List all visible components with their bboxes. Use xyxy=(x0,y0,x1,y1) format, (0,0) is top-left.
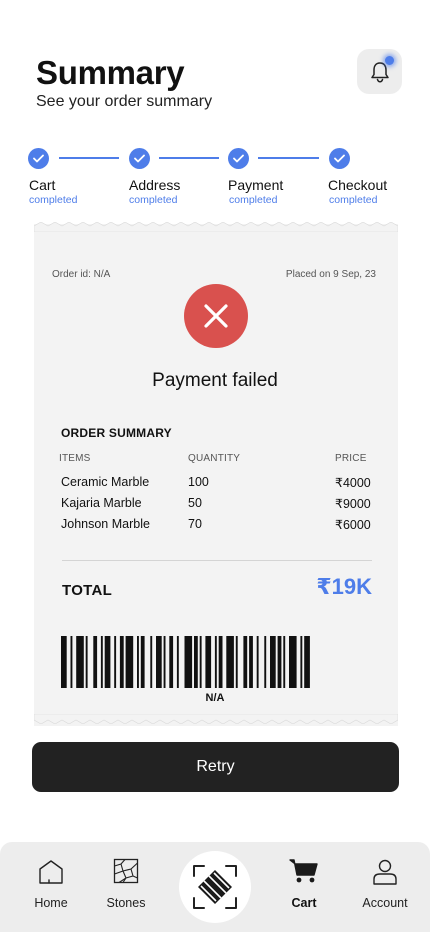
items-column-header: ITEMS xyxy=(59,453,91,464)
check-icon xyxy=(28,148,49,169)
receipt-bottom-edge xyxy=(34,714,398,724)
barcode-bar xyxy=(93,636,98,688)
barcode-bar xyxy=(194,636,198,688)
barcode-bar xyxy=(104,636,111,688)
receipt-top-edge xyxy=(34,222,398,232)
step-connector xyxy=(59,157,119,159)
step-connector xyxy=(258,157,319,159)
item-price: ₹6000 xyxy=(335,518,371,532)
notification-dot xyxy=(385,56,394,65)
barcode-bar xyxy=(184,636,193,688)
total-value: ₹19K xyxy=(316,574,372,599)
barcode-bar xyxy=(243,636,248,688)
cart-icon xyxy=(289,859,318,883)
divider xyxy=(62,560,372,561)
check-icon xyxy=(329,148,350,169)
step-status: completed xyxy=(229,194,278,206)
payment-failed-badge xyxy=(184,284,248,348)
order-summary-heading: ORDER SUMMARY xyxy=(61,426,172,440)
barcode-bar xyxy=(70,636,73,688)
step-label: Checkout xyxy=(328,177,388,193)
item-price: ₹4000 xyxy=(335,476,371,490)
stones-icon xyxy=(113,858,139,884)
barcode-bar xyxy=(137,636,139,688)
page-subtitle: See your order summary xyxy=(36,93,213,110)
nav-item-home[interactable]: Home xyxy=(11,842,91,932)
item-name: Kajaria Marble xyxy=(61,496,142,510)
barcode-bar xyxy=(270,636,276,688)
item-name: Ceramic Marble xyxy=(61,475,150,489)
item-name: Johnson Marble xyxy=(61,517,150,531)
barcode-bar xyxy=(256,636,259,688)
nav-label: Account xyxy=(362,896,408,910)
page-title: Summary xyxy=(36,54,185,91)
step-status: completed xyxy=(329,194,378,206)
item-quantity: 50 xyxy=(188,496,202,510)
barcode-bar xyxy=(100,636,103,688)
notification-button[interactable] xyxy=(357,49,402,94)
barcode-bar xyxy=(169,636,174,688)
item-quantity: 100 xyxy=(188,475,209,489)
barcode-bar xyxy=(249,636,253,688)
barcode-bar xyxy=(205,636,212,688)
barcode-bar xyxy=(61,636,67,688)
step-connector xyxy=(159,157,219,159)
barcode-bar xyxy=(214,636,217,688)
barcode-bar xyxy=(140,636,145,688)
barcode xyxy=(61,636,310,688)
nav-label: Home xyxy=(34,896,68,910)
scan-icon xyxy=(193,865,237,909)
total-label: TOTAL xyxy=(62,582,113,599)
barcode-bar xyxy=(277,636,282,688)
barcode-bar xyxy=(156,636,162,688)
table-row: Johnson Marble 70 ₹6000 xyxy=(0,517,430,537)
checkout-stepper: Cart completed Address completed Payment… xyxy=(0,146,430,216)
barcode-bar xyxy=(119,636,124,688)
scan-button[interactable] xyxy=(179,851,251,923)
nav-label: Cart xyxy=(291,896,317,910)
retry-button[interactable]: Retry xyxy=(32,742,399,792)
step-label: Address xyxy=(129,177,181,193)
order-id: Order id: N/A xyxy=(52,269,111,280)
payment-status-title: Payment failed xyxy=(152,370,278,391)
barcode-bar xyxy=(85,636,88,688)
price-column-header: PRICE xyxy=(335,453,367,464)
barcode-bar xyxy=(150,636,153,688)
barcode-bar xyxy=(235,636,238,688)
table-row: Kajaria Marble 50 ₹9000 xyxy=(0,496,430,516)
barcode-bar xyxy=(114,636,117,688)
barcode-text: N/A xyxy=(205,692,225,704)
barcode-bar xyxy=(289,636,297,688)
nav-item-cart[interactable]: Cart xyxy=(264,842,344,932)
barcode-bar xyxy=(199,636,202,688)
nav-label: Stones xyxy=(106,896,146,910)
step-status: completed xyxy=(29,194,78,206)
close-icon xyxy=(204,304,228,328)
barcode-bar xyxy=(283,636,286,688)
home-icon xyxy=(39,860,63,884)
barcode-bar xyxy=(125,636,134,688)
placed-on-date: Placed on 9 Sep, 23 xyxy=(285,269,376,280)
nav-item-account[interactable]: Account xyxy=(345,842,425,932)
barcode-bar xyxy=(304,636,310,688)
item-price: ₹9000 xyxy=(335,497,371,511)
quantity-column-header: QUANTITY xyxy=(188,453,241,464)
barcode-bar xyxy=(218,636,223,688)
step-label: Payment xyxy=(228,177,284,193)
barcode-bar xyxy=(300,636,303,688)
step-label: Cart xyxy=(29,177,56,193)
check-icon xyxy=(129,148,150,169)
account-icon xyxy=(373,859,397,885)
nav-item-stones[interactable]: Stones xyxy=(86,842,166,932)
barcode-bar xyxy=(176,636,179,688)
barcode-bar xyxy=(226,636,234,688)
barcode-bar xyxy=(76,636,84,688)
step-status: completed xyxy=(129,194,178,206)
item-quantity: 70 xyxy=(188,517,202,531)
barcode-bar xyxy=(163,636,166,688)
check-icon xyxy=(228,148,249,169)
table-row: Ceramic Marble 100 ₹4000 xyxy=(0,475,430,495)
barcode-bar xyxy=(264,636,267,688)
